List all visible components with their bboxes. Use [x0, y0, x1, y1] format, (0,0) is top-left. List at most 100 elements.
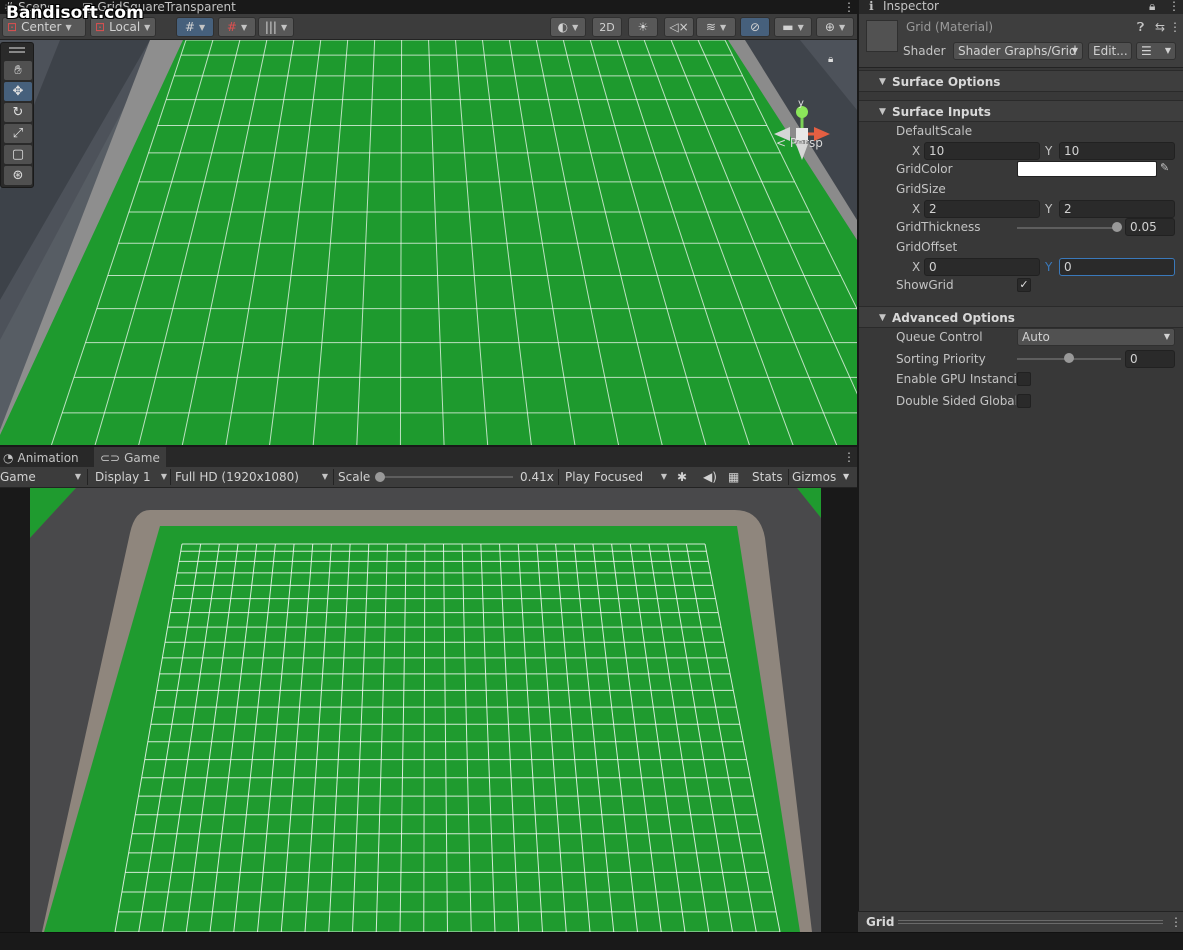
- increment-snap-button[interactable]: # ▼: [218, 17, 256, 37]
- transform-tool-button[interactable]: ⊛: [4, 166, 32, 185]
- gpu-instancing-checkbox[interactable]: [1017, 372, 1031, 386]
- grid-size-x-field[interactable]: 2: [924, 200, 1040, 218]
- edit-shader-button[interactable]: Edit...: [1088, 42, 1132, 60]
- scale-slider[interactable]: [380, 476, 513, 478]
- help-icon[interactable]: ❓︎: [1137, 20, 1144, 35]
- play-mode-dropdown[interactable]: Play Focused ▼: [565, 467, 669, 487]
- more-options-icon[interactable]: ⋮: [1169, 20, 1181, 34]
- preview-resize-handle-line: [898, 923, 1163, 924]
- grid-offset-x-label: X: [912, 260, 921, 274]
- move-tool-button[interactable]: ✥: [4, 82, 32, 101]
- grid-offset-x-field[interactable]: 0: [924, 258, 1040, 276]
- chevron-down-icon: ▼: [1164, 46, 1171, 55]
- draw-mode-button[interactable]: ◐ ▼: [550, 17, 586, 37]
- eyedropper-icon[interactable]: ✎: [1160, 161, 1169, 174]
- grid-size-label: GridSize: [896, 182, 946, 196]
- layers-icon: ≋: [705, 20, 716, 34]
- sorting-priority-field[interactable]: 0: [1125, 350, 1175, 368]
- shader-dropdown[interactable]: Shader Graphs/Grid ▼: [953, 42, 1083, 60]
- chevron-down-icon: ▼: [198, 22, 206, 32]
- default-scale-x-field[interactable]: 10: [924, 142, 1040, 160]
- tab-animation[interactable]: ◔ Animation: [3, 451, 79, 465]
- grid-size-y-label: Y: [1045, 202, 1053, 216]
- speaker-muted-icon: ◁×: [669, 20, 689, 34]
- more-options-icon[interactable]: ⋮: [1168, 0, 1180, 13]
- chevron-down-icon: ▼: [280, 22, 288, 32]
- preview-resize-handle[interactable]: [898, 920, 1163, 921]
- gizmos-button[interactable]: ⊕ ▼: [816, 17, 854, 37]
- hand-tool-button[interactable]: ✋︎: [4, 61, 32, 80]
- inspector-footer: Grid ⋮: [858, 911, 1183, 932]
- animation-clock-icon: ◔: [3, 451, 14, 465]
- grid-thickness-label: GridThickness: [896, 220, 981, 234]
- grid-size-y-field[interactable]: 2: [1059, 200, 1175, 218]
- keyboard-icon[interactable]: ▦: [728, 467, 739, 487]
- more-options-icon[interactable]: ⋮: [843, 450, 855, 464]
- divider: [333, 469, 334, 485]
- chevron-down-icon: ▼: [719, 22, 727, 32]
- frame-debugger-bug-icon[interactable]: ✱: [677, 467, 687, 487]
- resolution-dropdown[interactable]: Full HD (1920x1080) ▼: [175, 467, 330, 487]
- effects-button[interactable]: ≋ ▼: [696, 17, 736, 37]
- gizmos-dropdown-icon[interactable]: ▼: [843, 467, 849, 487]
- default-scale-y-field[interactable]: 10: [1059, 142, 1175, 160]
- grid-color-swatch[interactable]: [1017, 161, 1157, 177]
- 2d-toggle-button[interactable]: 2D: [592, 17, 622, 37]
- queue-control-label: Queue Control: [896, 330, 983, 344]
- projection-label[interactable]: < Persp: [776, 136, 823, 150]
- show-grid-checkbox[interactable]: ✓: [1017, 278, 1031, 292]
- section-surface-options-label: Surface Options: [892, 75, 1001, 89]
- section-surface-options[interactable]: ▼ Surface Options: [859, 70, 1183, 92]
- material-preview: [866, 20, 898, 52]
- section-surface-inputs[interactable]: ▼ Surface Inputs: [859, 100, 1183, 122]
- grid-visibility-button[interactable]: ||| ▼: [258, 17, 294, 37]
- hidden-objects-button[interactable]: ⊘: [740, 17, 770, 37]
- tab-inspector[interactable]: Inspector: [883, 0, 939, 13]
- preview-title: Grid: [866, 915, 895, 929]
- section-advanced-options[interactable]: ▼ Advanced Options: [859, 306, 1183, 328]
- grid-thickness-slider[interactable]: [1017, 227, 1117, 229]
- queue-control-dropdown[interactable]: Auto ▼: [1017, 328, 1175, 346]
- scene-viewport[interactable]: y 🔒︎: [0, 40, 857, 445]
- lighting-toggle-button[interactable]: ☀: [628, 17, 658, 37]
- display-dropdown[interactable]: Display 1 ▼: [95, 467, 167, 487]
- palette-grip[interactable]: [9, 47, 25, 49]
- game-viewport[interactable]: [0, 488, 857, 932]
- gizmo-icon: ⊕: [824, 20, 835, 34]
- chevron-down-icon: ▼: [160, 472, 167, 481]
- display-label: Display 1: [95, 470, 151, 484]
- rect-tool-button[interactable]: ▢: [4, 145, 32, 164]
- more-options-icon[interactable]: ⋮: [843, 0, 855, 14]
- orientation-gizmo[interactable]: y: [766, 96, 836, 172]
- scale-label: Scale: [338, 470, 371, 484]
- 2d-toggle-label: 2D: [599, 20, 615, 34]
- grid-thickness-field[interactable]: 0.05: [1125, 218, 1175, 236]
- scale-slider-knob[interactable]: [375, 472, 385, 482]
- scale-tool-button[interactable]: ⤢: [4, 124, 32, 143]
- audio-toggle-button[interactable]: ◁×: [664, 17, 694, 37]
- sorting-priority-slider-knob[interactable]: [1064, 353, 1074, 363]
- preset-settings-icon[interactable]: ⇆: [1155, 20, 1165, 34]
- camera-button[interactable]: ▬ ▼: [774, 17, 812, 37]
- grid-snap-button[interactable]: # ▼: [176, 17, 214, 37]
- shader-options-dropdown[interactable]: ☰ ▼: [1136, 42, 1176, 60]
- grid-offset-y-field[interactable]: 0: [1059, 258, 1175, 276]
- grid-visibility-icon: |||: [264, 20, 277, 34]
- lock-icon[interactable]: 🔒︎: [828, 54, 833, 65]
- stats-button[interactable]: Stats: [752, 467, 783, 487]
- game-mode-dropdown[interactable]: Game ▼: [0, 467, 86, 487]
- gizmos-toggle[interactable]: Gizmos: [792, 467, 836, 487]
- default-scale-label: DefaultScale: [896, 124, 973, 138]
- double-sided-gi-checkbox[interactable]: [1017, 394, 1031, 408]
- palette-grip-line: [9, 51, 25, 53]
- chevron-down-icon: ▼: [240, 22, 248, 32]
- chevron-down-icon: ▼: [65, 22, 72, 32]
- tab-game[interactable]: ⊂⊃ Game: [94, 447, 166, 468]
- more-options-icon[interactable]: ⋮: [1170, 915, 1182, 929]
- rotate-tool-button[interactable]: ↻: [4, 103, 32, 122]
- grid-thickness-slider-knob[interactable]: [1112, 222, 1122, 232]
- speaker-icon[interactable]: ◀): [703, 467, 717, 487]
- scale-icon: ⤢: [12, 126, 24, 141]
- increment-snap-icon: #: [226, 20, 237, 34]
- lock-icon[interactable]: 🔒︎: [1149, 0, 1155, 14]
